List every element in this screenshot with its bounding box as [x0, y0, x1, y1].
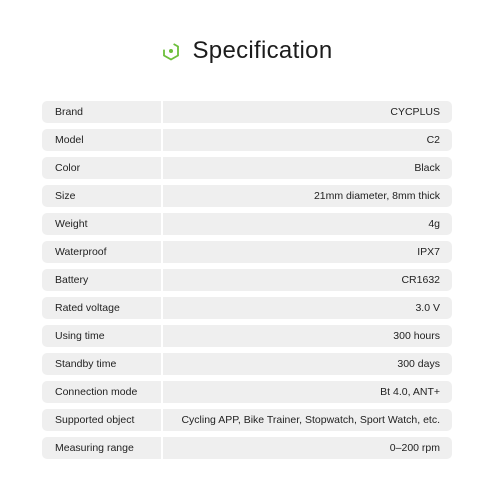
spec-value: Bt 4.0, ANT+: [163, 381, 452, 403]
spec-row-connection-mode: Connection mode Bt 4.0, ANT+: [42, 381, 452, 403]
spec-label: Connection mode: [42, 381, 161, 403]
spec-row-size: Size 21mm diameter, 8mm thick: [42, 185, 452, 207]
spec-value: 4g: [163, 213, 452, 235]
spec-label: Rated voltage: [42, 297, 161, 319]
spec-label: Battery: [42, 269, 161, 291]
spec-label: Measuring range: [42, 437, 161, 459]
spec-value: 21mm diameter, 8mm thick: [163, 185, 452, 207]
spec-value: C2: [163, 129, 452, 151]
spec-label: Waterproof: [42, 241, 161, 263]
spec-label: Using time: [42, 325, 161, 347]
spec-value: Black: [163, 157, 452, 179]
spec-label: Brand: [42, 101, 161, 123]
spec-row-using-time: Using time 300 hours: [42, 325, 452, 347]
page-title: Specification: [192, 37, 333, 64]
spec-header: Specification: [0, 36, 500, 66]
spec-row-weight: Weight 4g: [42, 213, 452, 235]
spec-value: Cycling APP, Bike Trainer, Stopwatch, Sp…: [163, 409, 452, 431]
spec-row-color: Color Black: [42, 157, 452, 179]
spec-label: Standby time: [42, 353, 161, 375]
spec-value: CR1632: [163, 269, 452, 291]
spec-row-rated-voltage: Rated voltage 3.0 V: [42, 297, 452, 319]
spec-row-battery: Battery CR1632: [42, 269, 452, 291]
spec-row-supported-object: Supported object Cycling APP, Bike Train…: [42, 409, 452, 431]
spec-label: Size: [42, 185, 161, 207]
spec-value: 3.0 V: [163, 297, 452, 319]
spec-row-standby-time: Standby time 300 days: [42, 353, 452, 375]
spec-label: Color: [42, 157, 161, 179]
spec-label: Model: [42, 129, 161, 151]
spec-row-waterproof: Waterproof IPX7: [42, 241, 452, 263]
spec-label: Weight: [42, 213, 161, 235]
spec-row-brand: Brand CYCPLUS: [42, 101, 452, 123]
hexagon-dot-icon: [162, 41, 180, 61]
spec-label: Supported object: [42, 409, 161, 431]
spec-row-measuring-range: Measuring range 0–200 rpm: [42, 437, 452, 459]
spec-row-model: Model C2: [42, 129, 452, 151]
spec-table: Brand CYCPLUS Model C2 Color Black Size …: [42, 101, 452, 465]
spec-value: 300 days: [163, 353, 452, 375]
spec-value: 0–200 rpm: [163, 437, 452, 459]
spec-value: IPX7: [163, 241, 452, 263]
spec-value: 300 hours: [163, 325, 452, 347]
spec-value: CYCPLUS: [163, 101, 452, 123]
